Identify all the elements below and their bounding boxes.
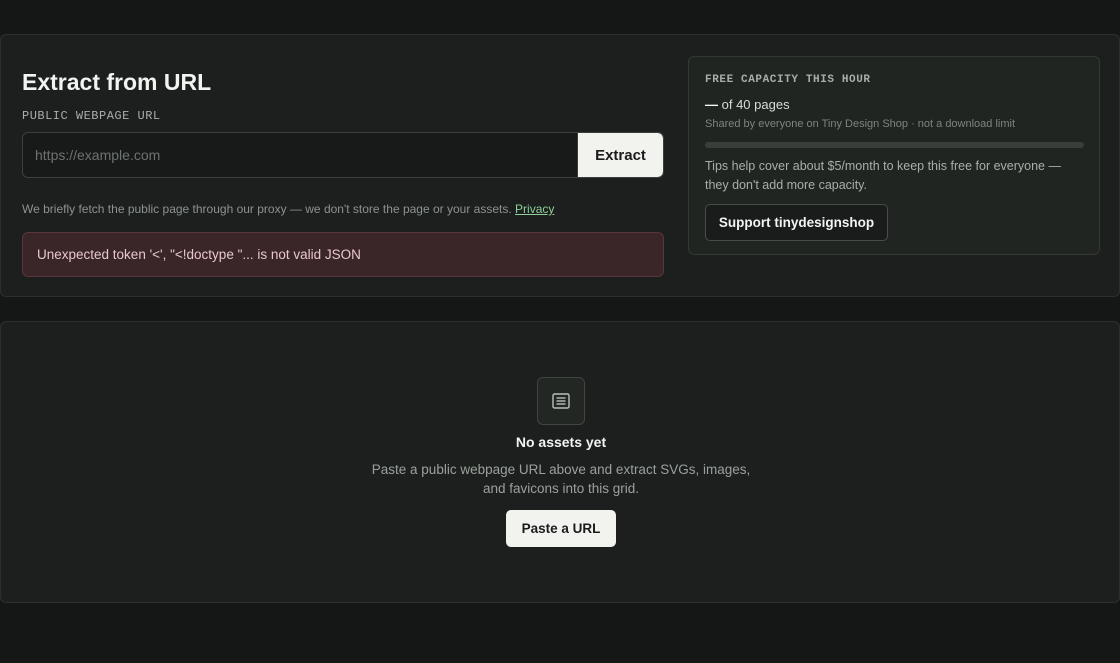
empty-state-title: No assets yet [515,434,607,450]
url-field-label: PUBLIC WEBPAGE URL [22,109,161,123]
capacity-card: FREE CAPACITY THIS HOUR — of 40 pages Sh… [688,56,1100,255]
capacity-shared-note: Shared by everyone on Tiny Design Shop ·… [705,118,1016,130]
page-title: Extract from URL [22,69,212,95]
extract-button[interactable]: Extract [577,133,663,177]
capacity-used: — [705,97,718,112]
privacy-link[interactable]: Privacy [515,202,554,216]
paste-url-button[interactable]: Paste a URL [506,510,616,547]
capacity-progress-bar [705,142,1084,148]
tips-text: Tips help cover about $5/month to keep t… [705,159,1061,192]
assets-panel: No assets yet Paste a public webpage URL… [0,321,1120,603]
empty-state-description: Paste a public webpage URL above and ext… [371,462,751,496]
proxy-note-text: We briefly fetch the public page through… [22,202,512,216]
document-icon [537,377,585,425]
proxy-note: We briefly fetch the public page through… [22,202,554,216]
url-input[interactable] [23,133,578,177]
capacity-heading: FREE CAPACITY THIS HOUR [705,74,871,86]
extract-panel: Extract from URL PUBLIC WEBPAGE URL Extr… [0,34,1120,297]
capacity-total: of 40 pages [721,97,790,112]
error-message: Unexpected token '<', "<!doctype "... is… [22,232,664,277]
url-input-group: Extract [22,132,664,178]
support-button[interactable]: Support tinydesignshop [705,204,888,241]
capacity-count: — of 40 pages [705,97,790,112]
